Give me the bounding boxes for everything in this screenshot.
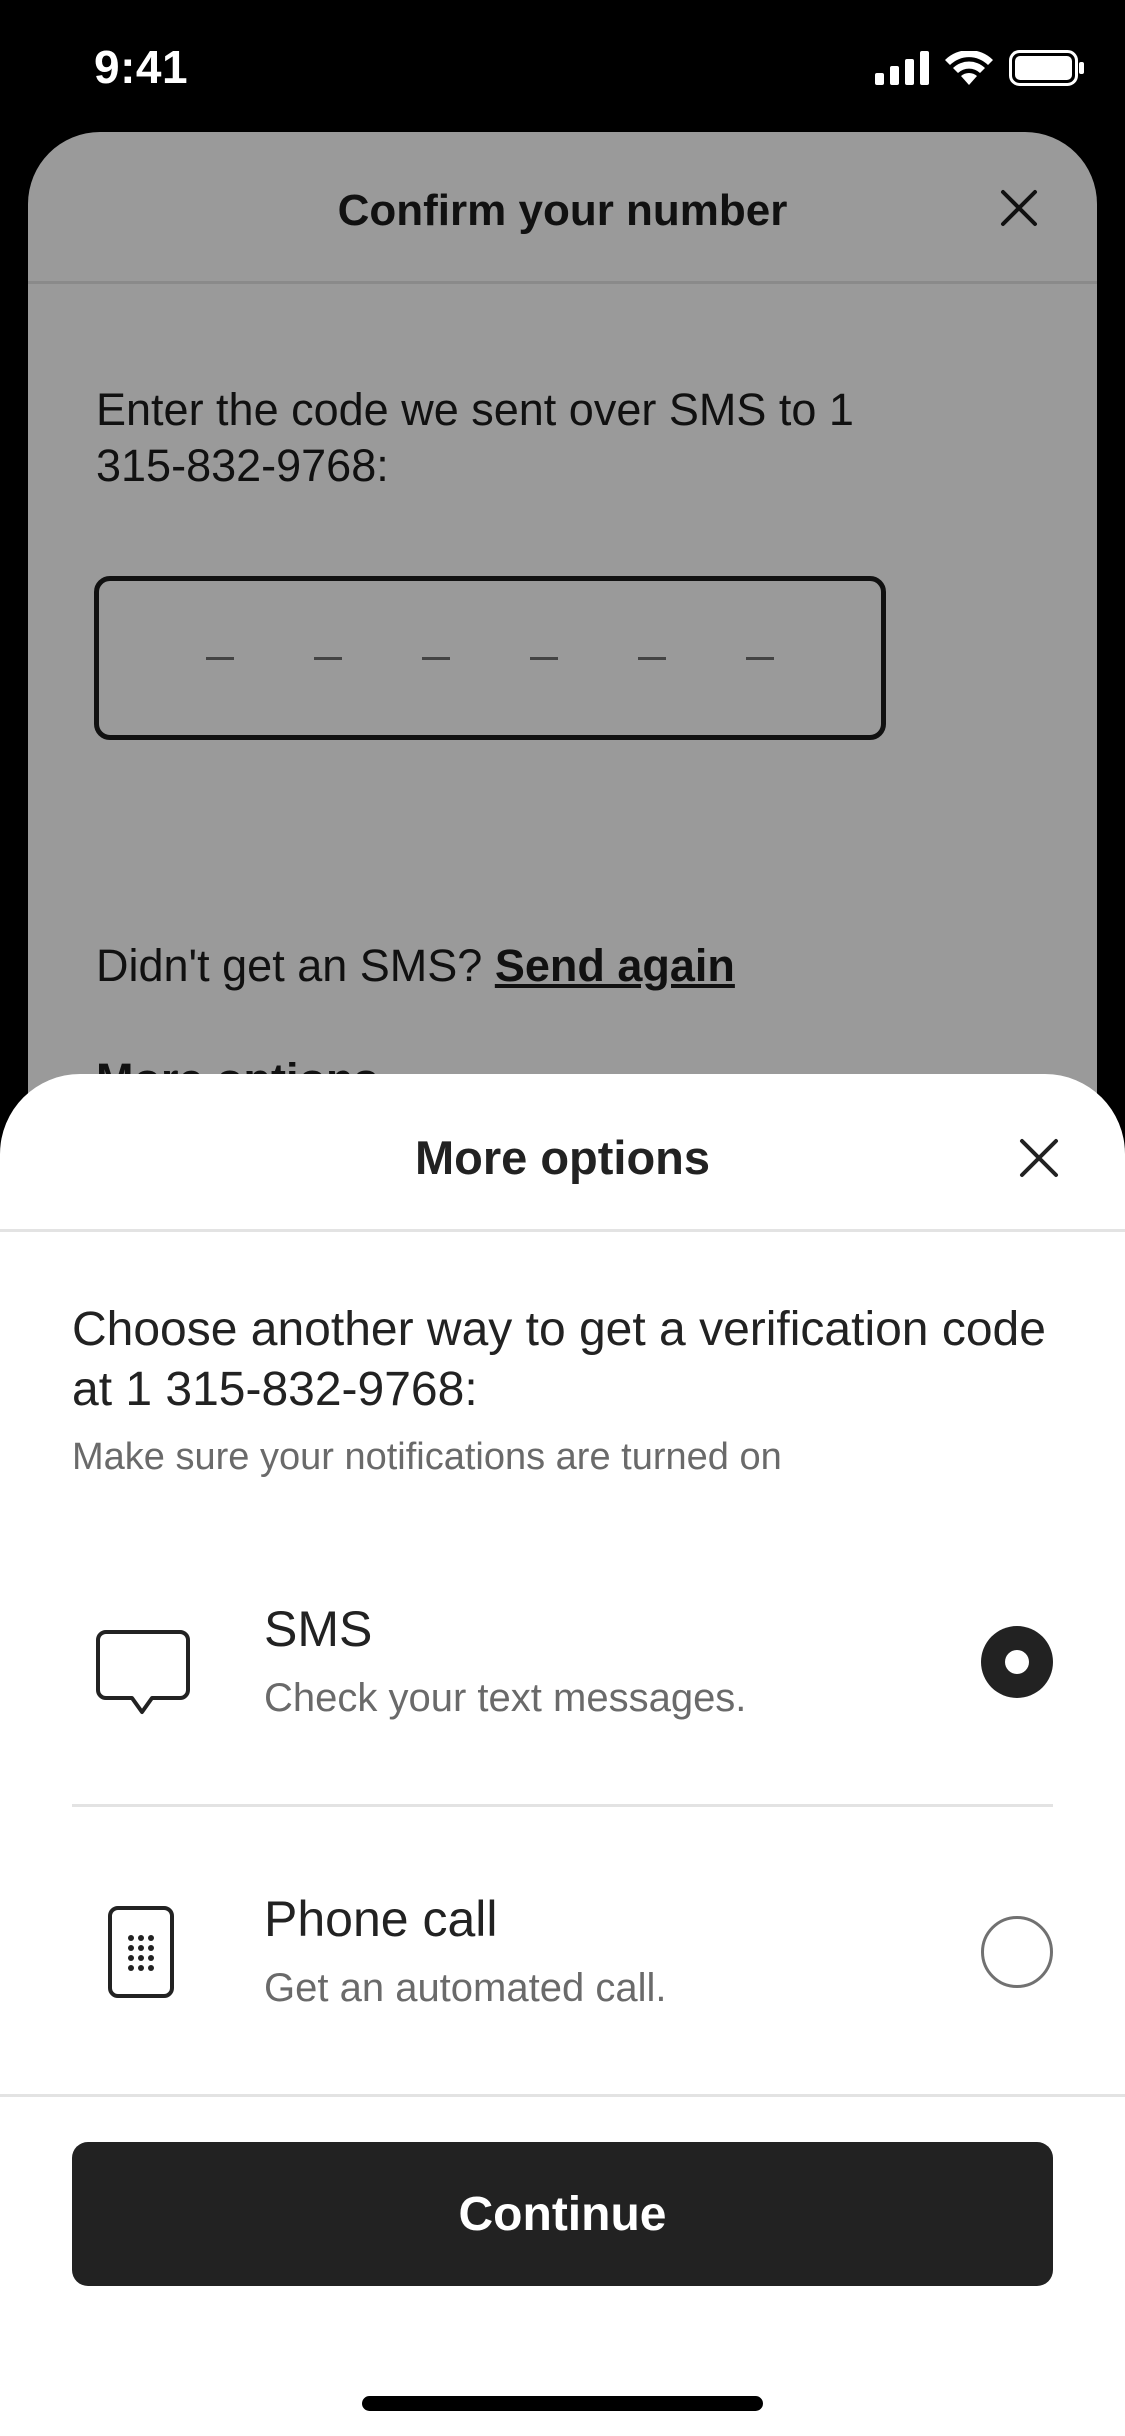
option-title: SMS [264, 1601, 373, 1657]
radio-unselected[interactable] [981, 1916, 1053, 1988]
chat-bubble-icon [96, 1630, 190, 1714]
code-digit-slot [530, 656, 558, 660]
signal-icon [875, 51, 929, 85]
options-description: Choose another way to get a verification… [72, 1303, 1046, 1416]
notifications-hint: Make sure your notifications are turned … [72, 1436, 782, 1478]
more-options-sheet: More options Choose another way to get a… [0, 1074, 1125, 2436]
code-instruction: Enter the code we sent over SMS to 1 315… [96, 384, 854, 491]
verification-code-input[interactable] [94, 576, 886, 740]
continue-button[interactable]: Continue [72, 2142, 1053, 2286]
confirm-number-title: Confirm your number [337, 186, 788, 235]
more-options-title: More options [414, 1131, 711, 1184]
resend-prompt: Didn't get an SMS? [96, 940, 483, 991]
wifi-icon [945, 51, 993, 85]
option-phone-call[interactable]: Phone call Get an automated call. [72, 1874, 1053, 2094]
close-icon[interactable] [1017, 1136, 1061, 1180]
send-again-link[interactable]: Send again [495, 940, 735, 991]
resend-row: Didn't get an SMS? Send again [96, 940, 735, 992]
close-icon[interactable] [997, 186, 1041, 230]
code-digit-slot [314, 656, 342, 660]
option-subtitle: Get an automated call. [264, 1966, 667, 2010]
radio-selected[interactable] [981, 1626, 1053, 1698]
more-options-header: More options [0, 1074, 1125, 1232]
phone-keypad-icon [108, 1906, 174, 1998]
battery-icon [1009, 50, 1084, 86]
confirm-number-header: Confirm your number [28, 132, 1097, 284]
code-digit-slot [422, 656, 450, 660]
option-title: Phone call [264, 1891, 498, 1947]
home-indicator [362, 2396, 763, 2411]
status-bar: 9:41 [0, 0, 1125, 132]
code-digit-slot [206, 656, 234, 660]
status-time: 9:41 [94, 41, 189, 93]
code-digit-slot [746, 656, 774, 660]
code-digit-slot [638, 656, 666, 660]
option-sms[interactable]: SMS Check your text messages. [72, 1584, 1053, 1804]
option-subtitle: Check your text messages. [264, 1676, 747, 1720]
divider [72, 1804, 1053, 1807]
status-icons [875, 50, 1085, 86]
footer-divider [0, 2094, 1125, 2097]
